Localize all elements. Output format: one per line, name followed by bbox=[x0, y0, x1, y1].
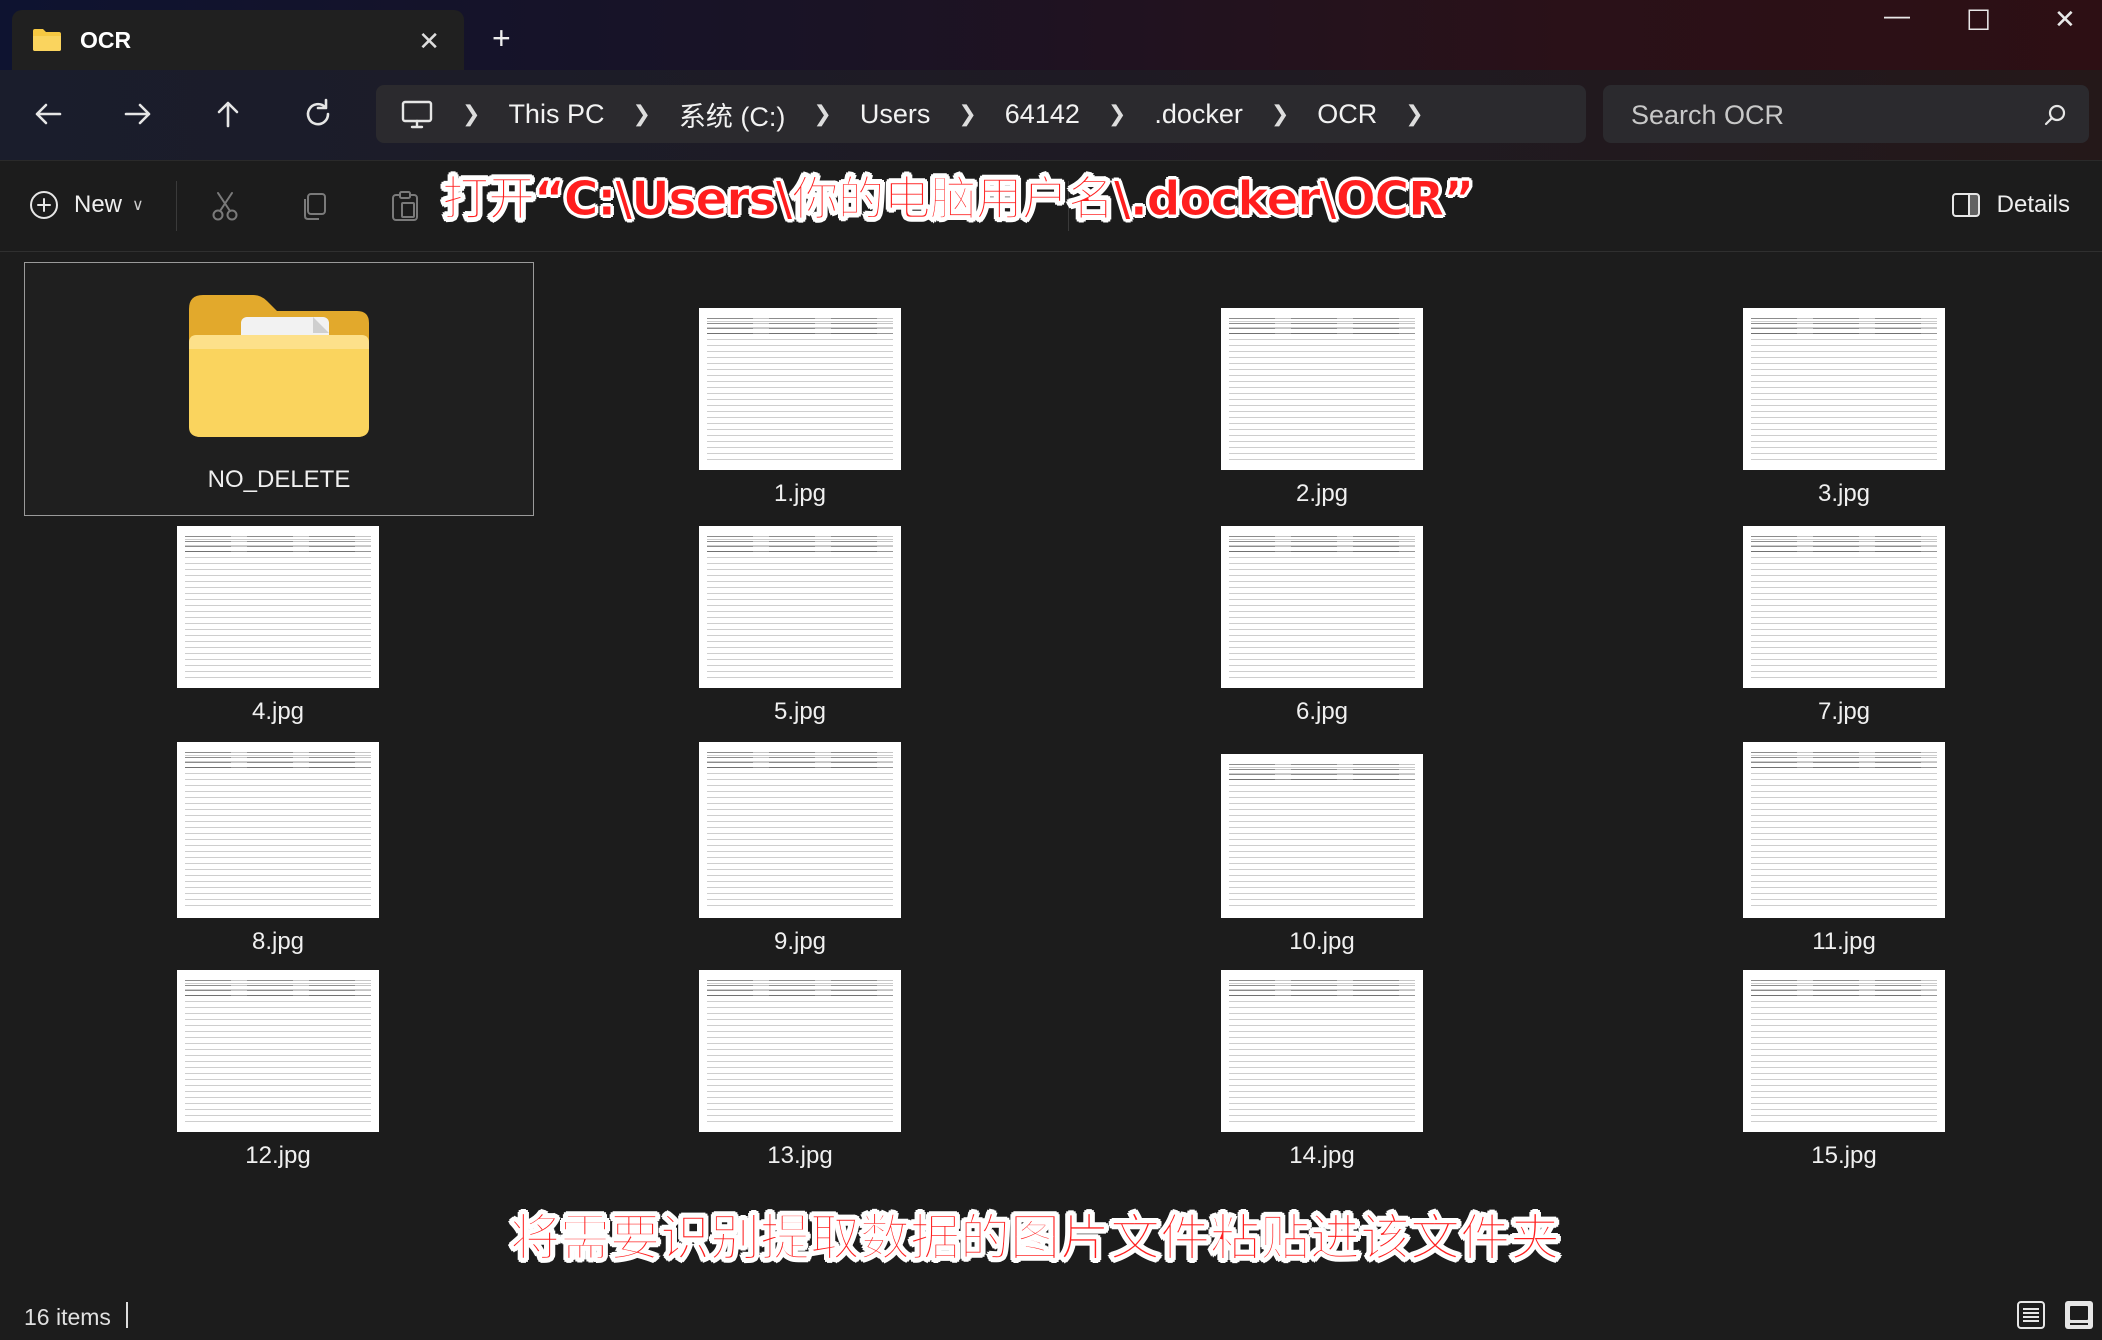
instruction-caption-top: 打开“C:\Users\你的电脑用户名\.docker\OCR” bbox=[441, 172, 1474, 228]
plus-circle-icon bbox=[30, 191, 58, 219]
image-thumbnail bbox=[1221, 526, 1423, 688]
file-name: 4.jpg bbox=[251, 698, 305, 725]
file-item[interactable]: 15.jpg bbox=[1590, 970, 2098, 1170]
file-item[interactable]: 1.jpg bbox=[546, 308, 1054, 508]
chevron-right-icon: ❯ bbox=[632, 101, 651, 126]
new-tab-button[interactable]: + bbox=[492, 20, 511, 57]
file-item[interactable]: 11.jpg bbox=[1590, 742, 2098, 956]
file-item[interactable]: 13.jpg bbox=[546, 970, 1054, 1170]
file-name: 14.jpg bbox=[1289, 1142, 1355, 1169]
instruction-caption-bottom: 将需要识别提取数据的图片文件粘贴进该文件夹 bbox=[510, 1209, 1561, 1268]
file-item[interactable]: 7.jpg bbox=[1590, 526, 2098, 726]
file-name: 2.jpg bbox=[1295, 480, 1349, 507]
copy-icon[interactable] bbox=[298, 189, 332, 223]
file-name: 13.jpg bbox=[767, 1142, 833, 1169]
file-item[interactable]: 2.jpg bbox=[1068, 308, 1576, 508]
chevron-right-icon: ❯ bbox=[1107, 101, 1127, 126]
breadcrumb-this-pc[interactable]: This PC bbox=[508, 99, 604, 130]
image-thumbnail bbox=[177, 970, 379, 1132]
details-button[interactable]: Details bbox=[1951, 191, 2070, 219]
file-item[interactable]: 5.jpg bbox=[546, 526, 1054, 726]
file-item[interactable]: 3.jpg bbox=[1590, 308, 2098, 508]
chevron-right-icon: ❯ bbox=[1270, 101, 1290, 126]
image-thumbnail bbox=[1221, 970, 1423, 1132]
cut-icon[interactable] bbox=[208, 189, 242, 223]
search-box bbox=[1603, 85, 2089, 143]
file-item[interactable]: 9.jpg bbox=[546, 742, 1054, 956]
details-pane-icon bbox=[1951, 193, 1980, 217]
image-thumbnail bbox=[699, 308, 901, 470]
image-thumbnail bbox=[177, 742, 379, 918]
forward-arrow-icon[interactable] bbox=[118, 94, 158, 134]
divider bbox=[176, 181, 177, 231]
image-thumbnail bbox=[177, 526, 379, 688]
refresh-icon[interactable] bbox=[298, 94, 338, 134]
file-name: 5.jpg bbox=[773, 698, 827, 725]
new-button-label: New bbox=[74, 191, 123, 218]
breadcrumb-system-c[interactable]: 系统 (C:) bbox=[679, 95, 785, 134]
file-name: 8.jpg bbox=[251, 928, 305, 955]
file-item[interactable]: 14.jpg bbox=[1068, 970, 1576, 1170]
image-thumbnail bbox=[1221, 754, 1423, 918]
python-folder-icon bbox=[189, 295, 369, 437]
chevron-right-icon: ❯ bbox=[462, 101, 481, 126]
image-thumbnail bbox=[1743, 970, 1945, 1132]
file-name: 9.jpg bbox=[773, 928, 827, 955]
file-name: 10.jpg bbox=[1289, 928, 1355, 955]
file-name: 6.jpg bbox=[1295, 698, 1349, 725]
image-thumbnail bbox=[1743, 742, 1945, 918]
file-name: NO_DELETE bbox=[207, 466, 351, 493]
image-thumbnail bbox=[699, 970, 901, 1132]
breadcrumb-ocr[interactable]: OCR bbox=[1317, 99, 1377, 130]
file-item[interactable]: 6.jpg bbox=[1068, 526, 1576, 726]
file-name: 15.jpg bbox=[1811, 1142, 1877, 1169]
maximize-button[interactable]: ☐ bbox=[1966, 4, 1991, 37]
image-thumbnail bbox=[1743, 526, 1945, 688]
address-bar[interactable]: ❯ This PC ❯ 系统 (C:) ❯ Users ❯ 64142 ❯ .d… bbox=[376, 85, 1586, 143]
chevron-down-icon: ∨ bbox=[132, 197, 144, 214]
item-count: 16 items bbox=[24, 1304, 111, 1330]
this-pc-icon[interactable] bbox=[400, 97, 434, 131]
breadcrumb-users[interactable]: Users bbox=[860, 99, 931, 130]
image-thumbnail bbox=[699, 526, 901, 688]
file-name: 7.jpg bbox=[1817, 698, 1871, 725]
image-thumbnail bbox=[1221, 308, 1423, 470]
status-bar: 16 items bbox=[0, 1290, 2102, 1340]
minimize-button[interactable]: — bbox=[1884, 0, 1910, 31]
search-icon[interactable] bbox=[2043, 103, 2067, 127]
details-label: Details bbox=[1996, 191, 2070, 218]
navigation-bar: ❯ This PC ❯ 系统 (C:) ❯ Users ❯ 64142 ❯ .d… bbox=[0, 70, 2102, 160]
breadcrumb-64142[interactable]: 64142 bbox=[1005, 99, 1080, 130]
file-name: 12.jpg bbox=[245, 1142, 311, 1169]
folder-icon bbox=[33, 29, 61, 51]
image-thumbnail bbox=[1743, 308, 1945, 470]
file-name: 11.jpg bbox=[1812, 928, 1876, 955]
up-arrow-icon[interactable] bbox=[208, 94, 248, 134]
chevron-right-icon: ❯ bbox=[813, 101, 832, 126]
back-arrow-icon[interactable] bbox=[28, 94, 68, 134]
text-cursor bbox=[126, 1302, 128, 1328]
details-view-icon[interactable] bbox=[2016, 1300, 2046, 1330]
file-item[interactable]: 10.jpg bbox=[1068, 754, 1576, 956]
file-item[interactable]: 4.jpg bbox=[24, 526, 532, 726]
breadcrumb-docker[interactable]: .docker bbox=[1154, 99, 1243, 130]
file-item[interactable]: 12.jpg bbox=[24, 970, 532, 1170]
tab-ocr[interactable]: OCR ✕ bbox=[12, 10, 464, 70]
close-window-button[interactable]: ✕ bbox=[2054, 4, 2076, 35]
close-tab-icon[interactable]: ✕ bbox=[418, 26, 440, 57]
title-bar: OCR ✕ + — ☐ ✕ bbox=[0, 0, 2102, 70]
file-name: 3.jpg bbox=[1817, 480, 1871, 507]
new-button[interactable]: New ∨ bbox=[28, 189, 144, 221]
tab-title: OCR bbox=[80, 26, 132, 53]
folder-no-delete[interactable]: NO_DELETE bbox=[24, 262, 534, 516]
chevron-right-icon[interactable]: ❯ bbox=[1405, 101, 1423, 127]
file-item[interactable]: 8.jpg bbox=[24, 742, 532, 956]
large-icons-view-icon[interactable] bbox=[2064, 1300, 2094, 1330]
search-input[interactable] bbox=[1629, 97, 2033, 133]
file-name: 1.jpg bbox=[773, 480, 827, 507]
file-grid: NO_DELETE 1.jpg 2.jpg 3.jpg 4.jpg 5.jpg … bbox=[0, 250, 2102, 1290]
image-thumbnail bbox=[699, 742, 901, 918]
chevron-right-icon: ❯ bbox=[958, 101, 977, 126]
paste-icon[interactable] bbox=[388, 189, 422, 223]
